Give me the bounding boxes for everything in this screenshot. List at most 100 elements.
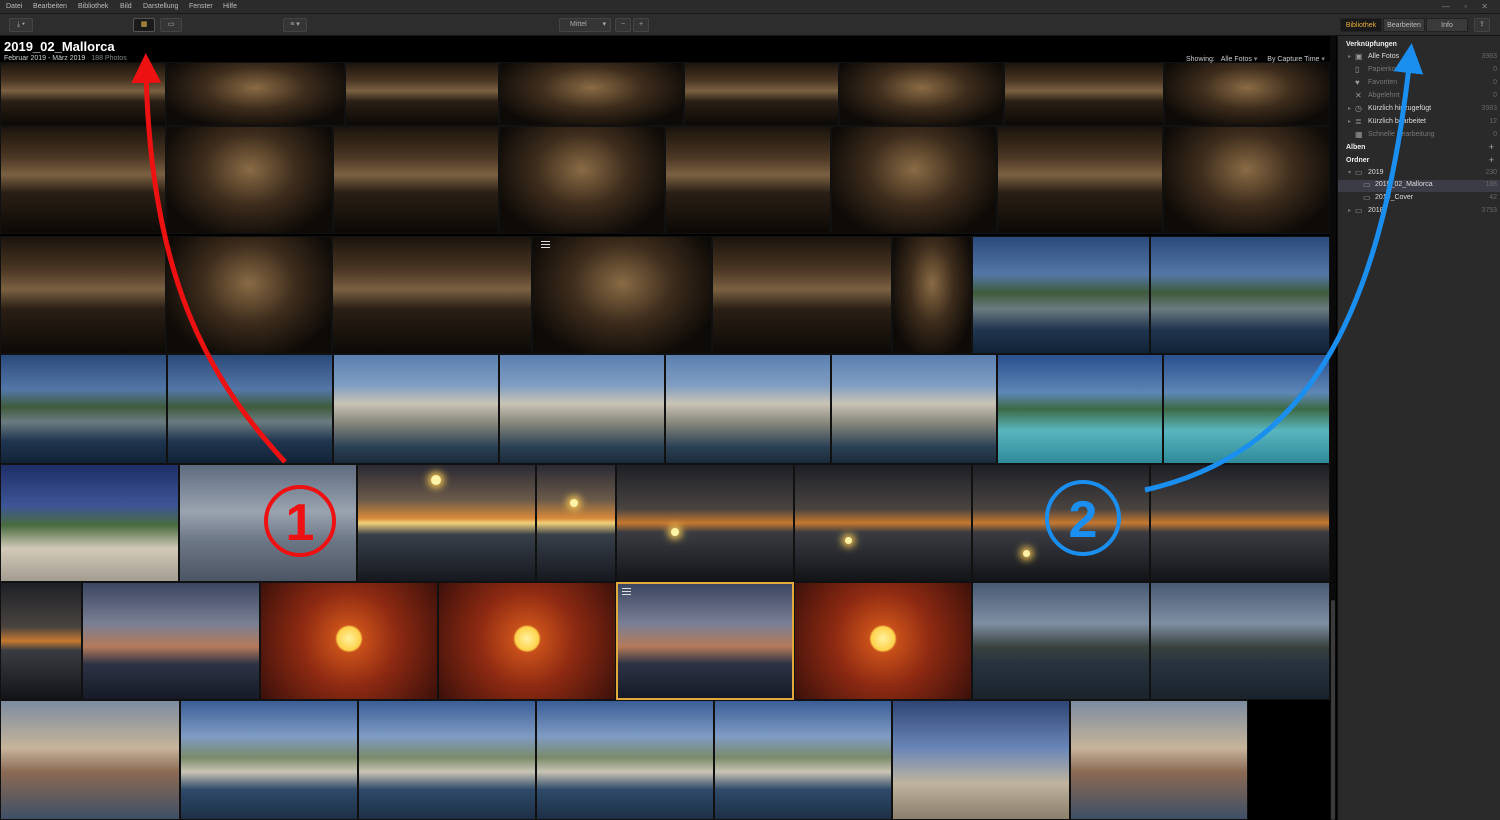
add-album-button[interactable]: + — [1489, 142, 1494, 152]
photo-thumbnail-selected[interactable] — [616, 582, 794, 700]
sidebar-item-favorites[interactable]: ♥ Favoriten 0 — [1338, 78, 1500, 90]
photo-thumbnail[interactable] — [1150, 464, 1330, 582]
sidebar-item-recently-added[interactable]: ▸ ◷ Kürzlich hinzugefügt 3983 — [1338, 104, 1500, 116]
photo-thumbnail[interactable] — [712, 236, 892, 354]
menu-hilfe[interactable]: Hilfe — [223, 3, 237, 10]
photo-thumbnail[interactable] — [616, 464, 794, 582]
photo-thumbnail[interactable] — [997, 354, 1163, 464]
photo-thumbnail[interactable] — [1150, 236, 1330, 354]
chevron-right-icon: ▸ — [1348, 119, 1352, 125]
photo-thumbnail[interactable] — [1070, 700, 1248, 820]
sidebar-item-all-photos[interactable]: ▸ ▣ Alle Fotos 3983 — [1338, 52, 1500, 64]
folder-item-2018[interactable]: ▸ ▭ 2018 3753 — [1338, 206, 1500, 218]
photo-thumbnail[interactable] — [333, 354, 499, 464]
photo-thumbnail[interactable] — [536, 700, 714, 820]
menu-darstellung[interactable]: Darstellung — [143, 3, 178, 10]
photo-thumbnail[interactable] — [357, 464, 536, 582]
photo-thumbnail[interactable] — [438, 582, 616, 700]
photo-thumbnail[interactable] — [892, 236, 972, 354]
photo-thumbnail[interactable] — [345, 62, 499, 126]
photos-icon: ▣ — [1355, 52, 1363, 61]
menu-fenster[interactable]: Fenster — [189, 3, 213, 10]
photo-thumbnail[interactable] — [536, 464, 616, 582]
sidebar-item-count: 0 — [1493, 131, 1497, 138]
grid-scrollbar-thumb[interactable] — [1331, 600, 1335, 820]
menu-bild[interactable]: Bild — [120, 3, 132, 10]
folder-item-2019-cover[interactable]: ▭ 2019_Cover 42 — [1338, 193, 1500, 205]
sidebar-item-count: 0 — [1493, 92, 1497, 99]
photo-thumbnail[interactable] — [665, 354, 831, 464]
photo-thumbnail[interactable] — [260, 582, 438, 700]
photo-thumbnail[interactable] — [1163, 354, 1330, 464]
folder-label: 2019_Cover — [1375, 194, 1414, 201]
photo-thumbnail[interactable] — [0, 126, 166, 234]
photo-thumbnail[interactable] — [179, 464, 357, 582]
photo-thumbnail[interactable] — [892, 700, 1070, 820]
window-controls[interactable]: — ▫ ✕ — [1442, 2, 1494, 11]
tab-bearbeiten[interactable]: Bearbeiten — [1383, 18, 1425, 32]
photo-thumbnail[interactable] — [1004, 62, 1164, 126]
photo-thumbnail[interactable] — [0, 62, 166, 126]
zoom-in-button[interactable]: + — [633, 18, 649, 32]
sidebar-item-label: Kürzlich hinzugefügt — [1368, 105, 1432, 112]
photo-thumbnail[interactable] — [665, 126, 831, 234]
photo-thumbnail[interactable] — [794, 582, 972, 700]
photo-thumbnail[interactable] — [684, 62, 839, 126]
photo-thumbnail[interactable] — [972, 464, 1150, 582]
heart-icon: ♥ — [1355, 78, 1360, 87]
photo-thumbnail[interactable] — [166, 126, 333, 234]
sort-button[interactable]: ≡ ▾ — [283, 18, 307, 32]
photo-thumbnail[interactable] — [831, 126, 997, 234]
photo-thumbnail[interactable] — [972, 236, 1150, 354]
photo-thumbnail[interactable] — [499, 62, 684, 126]
photo-thumbnail[interactable] — [0, 464, 179, 582]
zoom-out-button[interactable]: − — [615, 18, 631, 32]
tab-bibliothek[interactable]: Bibliothek — [1340, 18, 1382, 32]
photo-thumbnail[interactable] — [167, 354, 333, 464]
grid-view-button[interactable]: ▦ — [133, 18, 155, 32]
photo-thumbnail[interactable] — [499, 126, 665, 234]
menu-bearbeiten[interactable]: Bearbeiten — [33, 3, 67, 10]
showing-filter-select[interactable]: Alle Fotos — [1221, 56, 1252, 63]
photo-thumbnail[interactable] — [166, 62, 345, 126]
folder-count: 188 — [1485, 181, 1497, 188]
folder-item-2019[interactable]: ▾ ▭ 2019 230 — [1338, 168, 1500, 180]
thumbnail-size-select[interactable]: Mittel ▾ — [559, 18, 611, 32]
photo-thumbnail[interactable] — [166, 236, 332, 354]
share-button[interactable]: ⇪ — [1474, 18, 1490, 32]
photo-thumbnail[interactable] — [1150, 582, 1330, 700]
photo-thumbnail[interactable] — [794, 464, 972, 582]
photo-thumbnail[interactable] — [0, 236, 166, 354]
photo-thumbnail[interactable] — [0, 582, 82, 700]
photo-thumbnail[interactable] — [1164, 62, 1330, 126]
photo-thumbnail[interactable] — [82, 582, 260, 700]
photo-thumbnail[interactable] — [714, 700, 892, 820]
menu-bibliothek[interactable]: Bibliothek — [78, 3, 108, 10]
photo-thumbnail[interactable] — [1163, 126, 1330, 234]
photo-thumbnail[interactable] — [997, 126, 1163, 234]
menu-datei[interactable]: Datei — [6, 3, 22, 10]
photo-thumbnail[interactable] — [532, 236, 712, 354]
single-view-icon: ▭ — [167, 21, 175, 28]
photo-thumbnail[interactable] — [839, 62, 1004, 126]
sidebar-item-recently-edited[interactable]: ▸ ≣ Kürzlich bearbeitet 12 — [1338, 117, 1500, 129]
folder-item-2019-02-mallorca[interactable]: ▭ 2019_02_Mallorca 188 — [1338, 180, 1500, 192]
photo-thumbnail[interactable] — [0, 700, 180, 820]
sort-order-select[interactable]: By Capture Time — [1267, 56, 1319, 63]
add-folder-button[interactable]: + — [1489, 155, 1494, 165]
photo-thumbnail[interactable] — [0, 354, 167, 464]
photo-thumbnail[interactable] — [831, 354, 997, 464]
photo-thumbnail[interactable] — [499, 354, 665, 464]
tab-info[interactable]: Info — [1426, 18, 1468, 32]
import-button[interactable]: ⤓ ▾ — [9, 18, 33, 32]
sidebar-item-rejected[interactable]: ✕ Abgelehnt 0 — [1338, 91, 1500, 103]
sidebar-item-label: Papierkorb — [1368, 66, 1402, 73]
photo-thumbnail[interactable] — [333, 126, 499, 234]
photo-thumbnail[interactable] — [972, 582, 1150, 700]
photo-thumbnail[interactable] — [332, 236, 532, 354]
sidebar-item-trash[interactable]: ▯ Papierkorb 0 — [1338, 65, 1500, 77]
photo-thumbnail[interactable] — [180, 700, 358, 820]
photo-thumbnail[interactable] — [358, 700, 536, 820]
sidebar-item-quick-edit[interactable]: ▦ Schnelle Bearbeitung 0 — [1338, 130, 1500, 142]
single-view-button[interactable]: ▭ — [160, 18, 182, 32]
